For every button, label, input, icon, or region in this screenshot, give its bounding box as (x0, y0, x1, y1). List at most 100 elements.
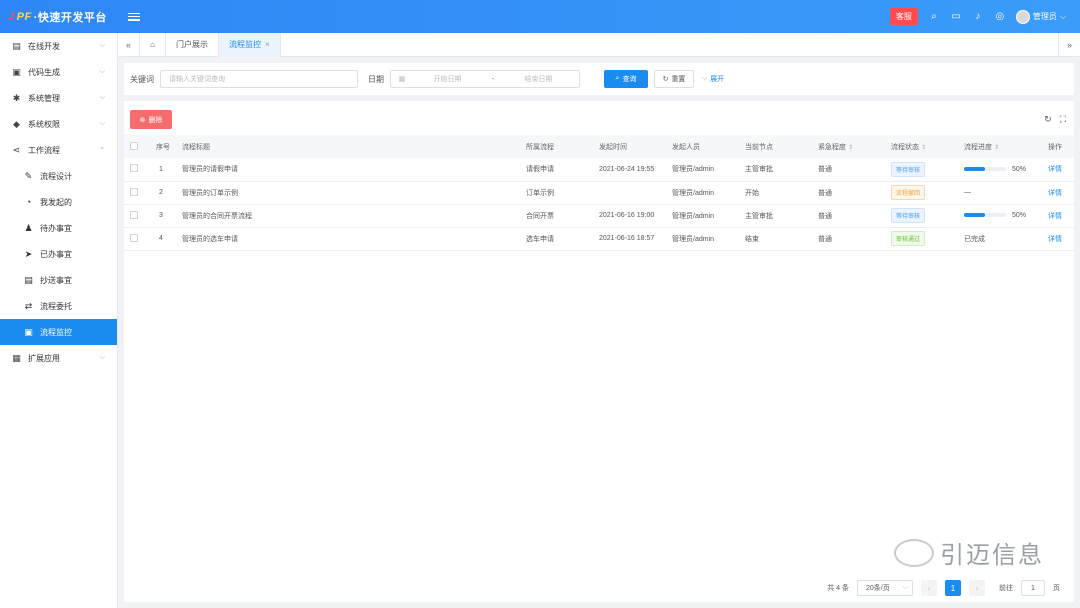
tab-label: 流程监控 (229, 40, 261, 49)
sidebar-item-delegate[interactable]: ⇄ 流程委托 (0, 293, 117, 319)
cell-starter: 管理员/admin (666, 227, 739, 251)
next-page-button[interactable]: › (969, 580, 985, 596)
col-urgency-label: 紧急程度 (818, 143, 846, 151)
row-checkbox[interactable] (124, 204, 150, 228)
cell-progress: 50% (958, 158, 1042, 182)
date-end[interactable]: 结束日期 (498, 74, 579, 84)
tab-portal[interactable]: 门户展示 (166, 32, 219, 57)
cell-status: 流程撤回 (885, 181, 958, 205)
cell-urgency: 普通 (812, 181, 885, 205)
cell-op: 详情 (1042, 204, 1074, 228)
bell-icon[interactable]: ♪ (972, 11, 984, 23)
message-icon[interactable]: ▭ (950, 11, 962, 23)
expand-button-label: 展开 (710, 76, 725, 83)
sidebar-item-flow-design[interactable]: ✎ 流程设计 (0, 163, 117, 189)
tabs-scroll-left-icon[interactable]: « (118, 32, 140, 57)
chevron-down-icon: ⌵ (99, 68, 105, 75)
top-bar: J PF ·快速开发平台 客服 ⌕ ▭ ♪ ◎ 管理员 ⌵ (0, 0, 1080, 33)
select-all-checkbox[interactable] (124, 135, 150, 158)
date-range-picker[interactable]: ▦ 开始日期 - 结束日期 (390, 70, 580, 88)
user-menu[interactable]: 管理员 ⌵ (1015, 9, 1066, 24)
detail-link[interactable]: 详情 (1048, 190, 1062, 197)
tab-flow-monitor[interactable]: 流程监控 × (219, 32, 281, 57)
menu-toggle-icon[interactable] (128, 11, 140, 23)
refresh-icon[interactable]: ↻ (1044, 114, 1052, 125)
goto-page-input[interactable]: 1 (1021, 580, 1045, 596)
reset-button-label: 重置 (671, 76, 686, 83)
search-panel: 关键词 请输入关键词查询 日期 ▦ 开始日期 - 结束日期 ⌕ 查询 ↻ 重置 … (124, 63, 1074, 95)
keyword-input[interactable]: 请输入关键词查询 (160, 70, 358, 88)
sidebar-item-todo[interactable]: ♟ 待办事宜 (0, 215, 117, 241)
sort-icon[interactable]: ⇕ (848, 145, 853, 151)
tab-home[interactable]: ⌂ (140, 32, 166, 57)
date-start[interactable]: 开始日期 (407, 74, 488, 84)
sidebar-item-label: 抄送事宜 (40, 275, 72, 285)
page-size-select[interactable]: 20条/页 ⌵ (857, 580, 913, 596)
cell-index: 4 (150, 227, 176, 251)
progress-text: 50% (1012, 211, 1027, 219)
col-progress[interactable]: 流程进度 ⇕ (958, 135, 1042, 158)
cell-progress: 50% (958, 204, 1042, 228)
row-checkbox[interactable] (124, 181, 150, 205)
keyword-label: 关键词 (130, 74, 154, 84)
progress-text: — (958, 181, 1042, 205)
expand-button[interactable]: ⌵ 展开 (698, 70, 728, 88)
sort-icon[interactable]: ⇕ (921, 145, 926, 151)
search-icon[interactable]: ⌕ (928, 11, 940, 23)
chevron-up-icon: ⌃ (99, 147, 105, 154)
sidebar-item-my-started[interactable]: ◔ 我发起的 (0, 189, 117, 215)
sidebar-item-monitor[interactable]: ▣ 流程监控 (0, 319, 117, 345)
sort-icon[interactable]: ⇕ (994, 145, 999, 151)
sidebar-item-done[interactable]: ➤ 已办事宜 (0, 241, 117, 267)
col-urgency[interactable]: 紧急程度 ⇕ (812, 135, 885, 158)
sidebar-item-system-permission[interactable]: ◆ 系统权限 ⌵ (0, 111, 117, 137)
col-index: 序号 (150, 135, 176, 158)
sidebar-item-online-dev[interactable]: ▤ 在线开发 ⌵ (0, 33, 117, 59)
prev-page-button[interactable]: ‹ (921, 580, 937, 596)
chevron-down-icon: ⌵ (902, 584, 908, 591)
sidebar-item-label: 系统权限 (28, 119, 60, 129)
detail-link[interactable]: 详情 (1048, 236, 1062, 243)
tabs-bar: « ⌂ 门户展示 流程监控 × » (118, 32, 1080, 57)
flow-table: 序号 流程标题 所属流程 发起时间 发起人员 当前节点 紧急程度 ⇕ 流程状态 ⇕ … (124, 135, 1074, 251)
delete-button[interactable]: ⊗ 删除 (130, 110, 172, 129)
sidebar-item-workflow[interactable]: ⋖ 工作流程 ⌃ (0, 137, 117, 163)
row-checkbox[interactable] (124, 158, 150, 182)
home-icon: ⌂ (150, 40, 155, 49)
cell-node: 开始 (739, 181, 812, 205)
tabs-scroll-right-icon[interactable]: » (1058, 32, 1080, 57)
search-button[interactable]: ⌕ 查询 (604, 70, 648, 88)
customer-service-button[interactable]: 客服 (889, 8, 918, 25)
page-number-button[interactable]: 1 (945, 580, 961, 596)
sidebar-item-label: 工作流程 (28, 145, 60, 155)
sidebar-item-label: 在线开发 (28, 41, 60, 51)
detail-link[interactable]: 详情 (1048, 213, 1062, 220)
app-logo[interactable]: J PF ·快速开发平台 (0, 9, 118, 25)
globe-icon[interactable]: ◎ (994, 11, 1006, 23)
cell-op: 详情 (1042, 227, 1074, 251)
row-checkbox[interactable] (124, 227, 150, 251)
apps-icon: ▦ (12, 352, 21, 363)
delete-button-label: 删除 (148, 116, 163, 124)
sidebar-item-label: 我发起的 (40, 197, 72, 207)
logo-mark: J (8, 10, 15, 23)
pagination: 共 4 条 20条/页 ⌵ ‹ 1 › 前往 1 页 (827, 580, 1060, 596)
close-icon[interactable]: × (265, 40, 270, 49)
sidebar-item-cc[interactable]: ▤ 抄送事宜 (0, 267, 117, 293)
col-starter: 发起人员 (666, 135, 739, 158)
detail-link[interactable]: 详情 (1048, 166, 1062, 173)
chevron-down-icon: ⌵ (99, 94, 105, 101)
doc-icon: ▤ (24, 274, 33, 285)
chat-bubble-icon (894, 538, 934, 567)
goto-label: 前往 (999, 585, 1013, 592)
col-status[interactable]: 流程状态 ⇕ (885, 135, 958, 158)
sidebar-item-code-gen[interactable]: ▣ 代码生成 ⌵ (0, 59, 117, 85)
app-title: ·快速开发平台 (33, 11, 107, 24)
avatar (1015, 9, 1030, 24)
sidebar-item-extensions[interactable]: ▦ 扩展应用 ⌵ (0, 345, 117, 371)
logo-mark-2: PF (16, 10, 32, 23)
reset-button[interactable]: ↻ 重置 (654, 70, 694, 88)
fullscreen-icon[interactable]: ⛶ (1060, 114, 1066, 125)
sidebar-item-system-manage[interactable]: ✱ 系统管理 ⌵ (0, 85, 117, 111)
status-badge: 等待审核 (891, 208, 926, 223)
